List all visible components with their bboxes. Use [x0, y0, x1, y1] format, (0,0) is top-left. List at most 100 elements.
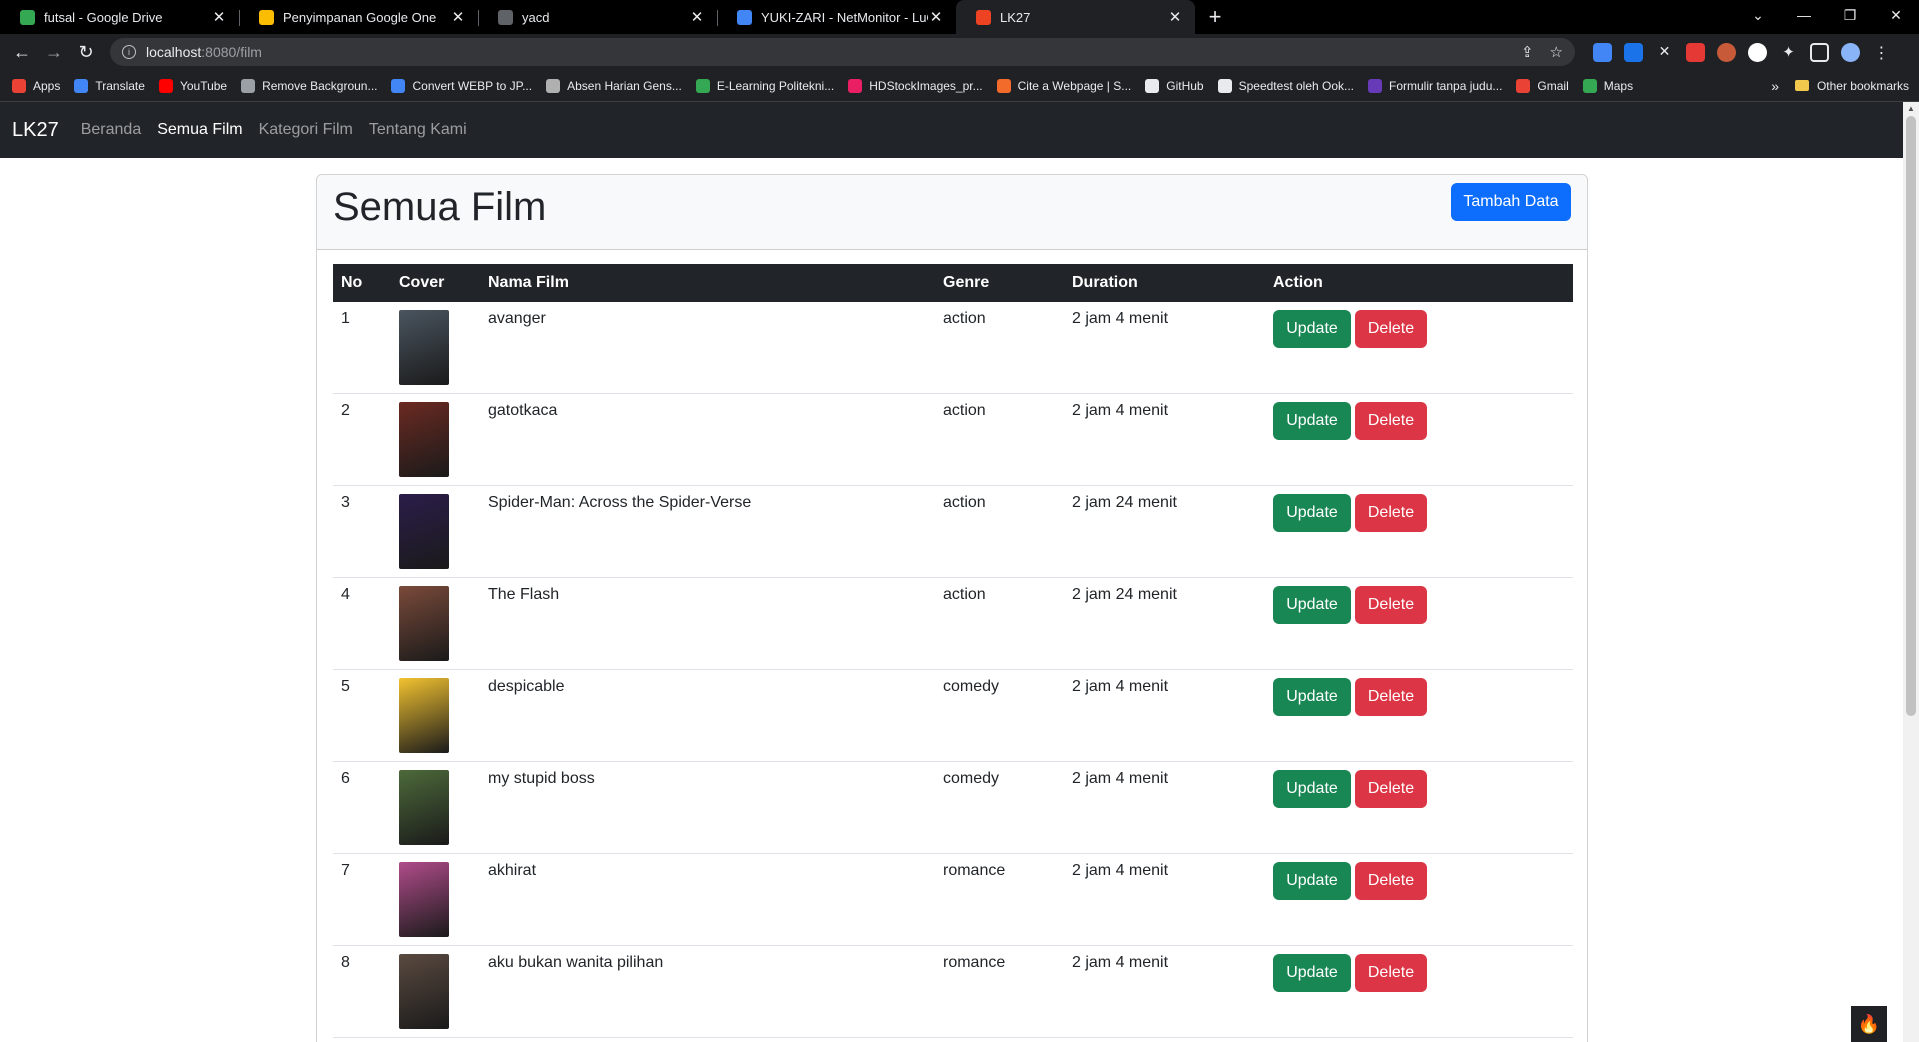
tab-list: futsal - Google Drive ✕ Penyimpanan Google…: [0, 0, 1195, 34]
delete-button[interactable]: Delete: [1355, 402, 1427, 440]
bookmark-item[interactable]: HDStockImages_pr...: [848, 78, 983, 93]
add-data-button[interactable]: Tambah Data: [1451, 183, 1571, 221]
delete-button[interactable]: Delete: [1355, 770, 1427, 808]
hdstock-icon: [848, 78, 863, 93]
bookmark-item[interactable]: Convert WEBP to JP...: [391, 78, 532, 93]
docs-extension-icon[interactable]: [1624, 42, 1643, 62]
luci-icon: [737, 9, 752, 25]
other-bookmarks[interactable]: Other bookmarks: [1794, 79, 1909, 93]
tab-close-icon[interactable]: ✕: [450, 8, 466, 26]
cookie-extension-icon[interactable]: [1717, 42, 1736, 62]
translate-extension-icon[interactable]: [1593, 42, 1612, 62]
address-bar[interactable]: i localhost :8080/film ⇪ ☆: [110, 38, 1575, 66]
bookmark-item[interactable]: GitHub: [1145, 78, 1204, 93]
side-panel-icon[interactable]: [1810, 42, 1829, 62]
cell-name: despicable: [488, 678, 565, 695]
share-icon[interactable]: ⇪: [1521, 43, 1534, 61]
navbar-brand[interactable]: LK27: [12, 119, 59, 142]
bookmark-item[interactable]: E-Learning Politekni...: [695, 78, 834, 93]
cell-duration: 2 jam 24 menit: [1072, 494, 1177, 511]
restore-button[interactable]: ❐: [1827, 0, 1873, 30]
cell-genre: action: [943, 402, 986, 419]
scroll-up-icon[interactable]: ▲: [1907, 104, 1915, 113]
cell-genre: romance: [943, 862, 1006, 879]
browser-tab[interactable]: yacd ✕: [478, 0, 717, 34]
absen-icon: [546, 78, 561, 93]
tab-close-icon[interactable]: ✕: [1167, 8, 1183, 26]
nav-link[interactable]: Beranda: [81, 121, 142, 139]
update-button[interactable]: Update: [1273, 678, 1351, 716]
tab-search-icon[interactable]: ⌄: [1735, 0, 1781, 30]
nav-link[interactable]: Semua Film: [157, 121, 242, 139]
delete-button[interactable]: Delete: [1355, 862, 1427, 900]
bookmark-star-icon[interactable]: ☆: [1550, 43, 1563, 61]
puzzle-extensions-icon[interactable]: ✦: [1779, 42, 1798, 62]
convert-icon: [391, 78, 406, 93]
font-extension-icon[interactable]: [1748, 42, 1767, 62]
tab-close-icon[interactable]: ✕: [689, 8, 705, 26]
back-button[interactable]: ←: [6, 36, 38, 68]
page-scrollbar[interactable]: ▲: [1903, 102, 1919, 1042]
site-info-icon[interactable]: i: [122, 45, 136, 59]
bookmark-label: Cite a Webpage | S...: [1017, 78, 1132, 93]
browser-tab[interactable]: YUKI-ZARI - NetMonitor - LuCI ✕: [717, 0, 956, 34]
cell-duration: 2 jam 4 menit: [1072, 402, 1169, 419]
bookmarks-overflow-icon[interactable]: »: [1771, 78, 1779, 94]
bookmark-label: Maps: [1603, 78, 1634, 93]
page-viewport: LK27 Beranda Semua Film Kategori Film Tenta…: [0, 102, 1903, 1042]
bookmark-item[interactable]: Speedtest oleh Ook...: [1217, 78, 1354, 93]
nav-link[interactable]: Kategori Film: [259, 121, 353, 139]
table-row: 2 gatotkaca action 2 jam 4 menit Update Delet…: [333, 394, 1573, 486]
close-window-button[interactable]: ✕: [1873, 0, 1919, 30]
apps-grid-icon: [12, 78, 26, 93]
column-header-genre: Genre: [943, 274, 990, 291]
update-button[interactable]: Update: [1273, 494, 1351, 532]
delete-button[interactable]: Delete: [1355, 586, 1427, 624]
new-tab-button[interactable]: +: [1195, 0, 1235, 34]
bookmark-item[interactable]: Formulir tanpa judu...: [1368, 78, 1502, 93]
url-path: :8080/film: [201, 44, 262, 60]
update-button[interactable]: Update: [1273, 310, 1351, 348]
delete-button[interactable]: Delete: [1355, 954, 1427, 992]
film-table: No Cover Nama Film Genre Duration Action…: [333, 264, 1573, 1038]
browser-menu-icon[interactable]: ⋮: [1872, 42, 1891, 62]
media-extension-icon[interactable]: [1686, 42, 1705, 62]
tab-close-icon[interactable]: ✕: [211, 8, 227, 26]
speedtest-icon: [1217, 78, 1232, 93]
cell-duration: 2 jam 4 menit: [1072, 310, 1169, 327]
scrollbar-thumb[interactable]: [1906, 116, 1916, 716]
cell-cover: [391, 946, 480, 1038]
bookmark-item[interactable]: Cite a Webpage | S...: [996, 78, 1132, 93]
browser-tab[interactable]: futsal - Google Drive ✕: [0, 0, 239, 34]
cell-genre: action: [943, 586, 986, 603]
x-extension-icon[interactable]: ✕: [1655, 42, 1674, 62]
bookmark-item[interactable]: Apps: [12, 78, 60, 93]
bookmark-item[interactable]: Maps: [1582, 78, 1634, 93]
update-button[interactable]: Update: [1273, 954, 1351, 992]
nav-link[interactable]: Tentang Kami: [369, 121, 467, 139]
bookmark-item[interactable]: YouTube: [158, 78, 227, 93]
codeigniter-debug-icon[interactable]: 🔥: [1851, 1006, 1887, 1042]
bookmark-item[interactable]: Absen Harian Gens...: [546, 78, 682, 93]
tab-close-icon[interactable]: ✕: [928, 8, 944, 26]
delete-button[interactable]: Delete: [1355, 310, 1427, 348]
table-row: 4 The Flash action 2 jam 24 menit Update Dele…: [333, 578, 1573, 670]
delete-button[interactable]: Delete: [1355, 678, 1427, 716]
bookmark-list: Apps Translate YouTube Remove Backgroun... C…: [12, 78, 1647, 93]
browser-tab[interactable]: LK27 ✕: [956, 0, 1195, 34]
minimize-button[interactable]: —: [1781, 0, 1827, 30]
bookmark-item[interactable]: Gmail: [1516, 78, 1569, 93]
update-button[interactable]: Update: [1273, 402, 1351, 440]
update-button[interactable]: Update: [1273, 770, 1351, 808]
browser-tab[interactable]: Penyimpanan Google One ✕: [239, 0, 478, 34]
update-button[interactable]: Update: [1273, 862, 1351, 900]
profile-avatar-icon[interactable]: [1841, 42, 1860, 62]
forward-button[interactable]: →: [38, 36, 70, 68]
delete-button[interactable]: Delete: [1355, 494, 1427, 532]
update-button[interactable]: Update: [1273, 586, 1351, 624]
reload-button[interactable]: ↻: [70, 36, 102, 68]
bookmark-item[interactable]: Remove Backgroun...: [241, 78, 377, 93]
window-controls: ⌄ — ❐ ✕: [1735, 0, 1919, 30]
cell-name: my stupid boss: [488, 770, 595, 787]
bookmark-item[interactable]: Translate: [74, 78, 145, 93]
